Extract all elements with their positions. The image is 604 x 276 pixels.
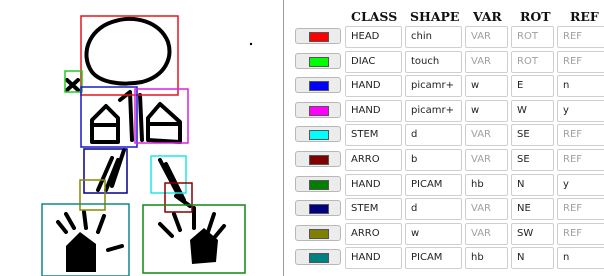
color-swatch-button[interactable] — [295, 175, 341, 192]
shape-field[interactable]: chin — [405, 26, 462, 48]
color-swatch — [309, 56, 329, 67]
color-swatch — [309, 204, 329, 215]
table-row: ARRO w VAR SW REF — [292, 222, 604, 245]
ref-field[interactable]: y — [557, 173, 604, 196]
hand-lower-right-fill — [190, 228, 218, 264]
header-shape: SHAPE — [410, 9, 460, 24]
shape-field[interactable]: picamr+ — [405, 99, 462, 122]
table-row: HAND PICAM hb Ny — [292, 173, 604, 196]
color-swatch-button[interactable] — [295, 200, 341, 217]
rot-field[interactable]: ROT — [511, 50, 554, 73]
color-swatch-button[interactable] — [295, 224, 341, 241]
shape-field[interactable]: w — [405, 222, 462, 245]
var-field[interactable]: VAR — [465, 26, 508, 48]
color-swatch-button[interactable] — [295, 52, 341, 69]
color-swatch-button[interactable] — [295, 126, 341, 143]
ink-strokes — [56, 16, 226, 252]
class-field[interactable]: ARRO — [345, 222, 402, 245]
var-field[interactable]: w — [465, 99, 508, 122]
color-swatch — [309, 32, 329, 42]
color-swatch-button[interactable] — [295, 28, 341, 44]
color-swatch-button[interactable] — [295, 249, 341, 266]
shape-field[interactable]: picamr+ — [405, 75, 462, 98]
stray-dot — [249, 42, 253, 46]
class-field[interactable]: STEM — [345, 198, 402, 221]
header-rot: ROT — [520, 9, 551, 24]
rot-field[interactable]: NE — [511, 198, 554, 221]
hand-left-stroke — [90, 90, 134, 144]
class-field[interactable]: DIAC — [345, 50, 402, 73]
header-class: CLASS — [351, 9, 398, 24]
var-field[interactable]: VAR — [465, 50, 508, 73]
diac-stroke — [65, 78, 80, 92]
var-field[interactable]: w — [465, 75, 508, 98]
ref-field[interactable]: REF — [557, 149, 604, 171]
shape-field[interactable]: PICAM — [405, 173, 462, 196]
sign-canvas[interactable] — [0, 0, 284, 276]
var-field[interactable]: VAR — [465, 124, 508, 147]
ref-field[interactable]: REF — [557, 124, 604, 147]
var-field[interactable]: hb — [465, 173, 508, 196]
rot-field[interactable]: N — [511, 173, 554, 196]
ref-field[interactable]: y — [557, 99, 604, 122]
rot-field[interactable]: E — [511, 75, 554, 98]
header-ref: REF — [570, 9, 599, 24]
color-swatch — [309, 130, 329, 141]
class-field[interactable]: HEAD — [345, 26, 402, 48]
ref-field[interactable]: REF — [557, 222, 604, 245]
var-field[interactable]: VAR — [465, 222, 508, 245]
table-row: STEM d VAR SE REF — [292, 124, 604, 147]
ref-field[interactable]: n — [557, 247, 604, 270]
color-swatch-button[interactable] — [295, 151, 341, 167]
head-stroke — [84, 16, 172, 86]
class-field[interactable]: HAND — [345, 173, 402, 196]
rot-field[interactable]: N — [511, 247, 554, 270]
var-field[interactable]: hb — [465, 247, 508, 270]
shape-field[interactable]: d — [405, 198, 462, 221]
class-field[interactable]: HAND — [345, 247, 402, 270]
ref-field[interactable]: REF — [557, 198, 604, 221]
rot-field[interactable]: W — [511, 99, 554, 122]
ref-field[interactable]: n — [557, 75, 604, 98]
ref-field[interactable]: REF — [557, 26, 604, 48]
shape-field[interactable]: b — [405, 149, 462, 171]
header-var: VAR — [473, 9, 502, 24]
color-swatch — [309, 228, 329, 239]
color-swatch — [309, 253, 329, 264]
color-swatch — [309, 179, 329, 190]
rot-field[interactable]: SE — [511, 124, 554, 147]
class-field[interactable]: STEM — [345, 124, 402, 147]
shape-field[interactable]: touch — [405, 50, 462, 73]
color-swatch-button[interactable] — [295, 101, 341, 118]
table-row: HAND PICAM hb Nn — [292, 247, 604, 270]
rot-field[interactable]: ROT — [511, 26, 554, 48]
hand-lower-left-fill — [66, 232, 96, 272]
stem-left-stroke — [96, 148, 126, 192]
shape-field[interactable]: PICAM — [405, 247, 462, 270]
rot-field[interactable]: SE — [511, 149, 554, 171]
table-row: HAND picamr+ w Wy — [292, 99, 604, 122]
table-row: HEAD chin VAR ROT REF — [292, 26, 604, 48]
var-field[interactable]: VAR — [465, 149, 508, 171]
annotation-table: CLASS SHAPE VAR ROT REF HEAD chin VAR ROT RE… — [292, 0, 604, 276]
class-field[interactable]: HAND — [345, 75, 402, 98]
rot-field[interactable]: SW — [511, 222, 554, 245]
color-swatch — [309, 105, 329, 116]
color-swatch — [309, 155, 329, 165]
hand-right-stroke — [138, 93, 182, 144]
table-row: STEM d VAR NE REF — [292, 198, 604, 221]
sign-drawing — [41, 15, 253, 276]
ref-field[interactable]: REF — [557, 50, 604, 73]
table-row: ARRO b VAR SE REF — [292, 149, 604, 171]
shape-field[interactable]: d — [405, 124, 462, 147]
color-swatch — [309, 81, 329, 92]
class-field[interactable]: ARRO — [345, 149, 402, 171]
color-swatch-button[interactable] — [295, 77, 341, 94]
table-row: DIAC touch VAR ROT REF — [292, 50, 604, 73]
class-field[interactable]: HAND — [345, 99, 402, 122]
var-field[interactable]: VAR — [465, 198, 508, 221]
table-row: HAND picamr+ w En — [292, 75, 604, 98]
ink-fills — [66, 42, 253, 272]
